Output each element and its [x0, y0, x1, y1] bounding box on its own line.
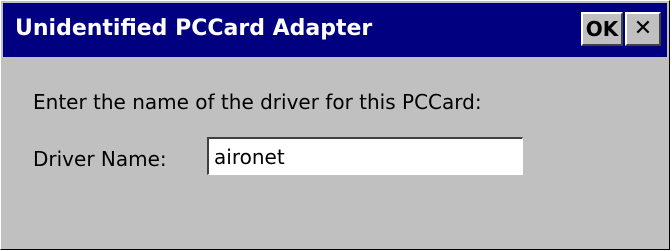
driver-prompt: Enter the name of the driver for this PC… [33, 90, 482, 114]
ok-button[interactable]: OK [581, 12, 623, 46]
close-icon: ✕ [633, 16, 653, 41]
driver-name-label: Driver Name: [33, 147, 167, 171]
title-bar: Unidentified PCCard Adapter OK ✕ [3, 3, 667, 57]
close-button[interactable]: ✕ [625, 12, 661, 46]
dialog-title: Unidentified PCCard Adapter [15, 16, 373, 41]
pccard-dialog: Unidentified PCCard Adapter OK ✕ Enter t… [0, 0, 670, 250]
driver-name-input[interactable] [207, 137, 523, 175]
